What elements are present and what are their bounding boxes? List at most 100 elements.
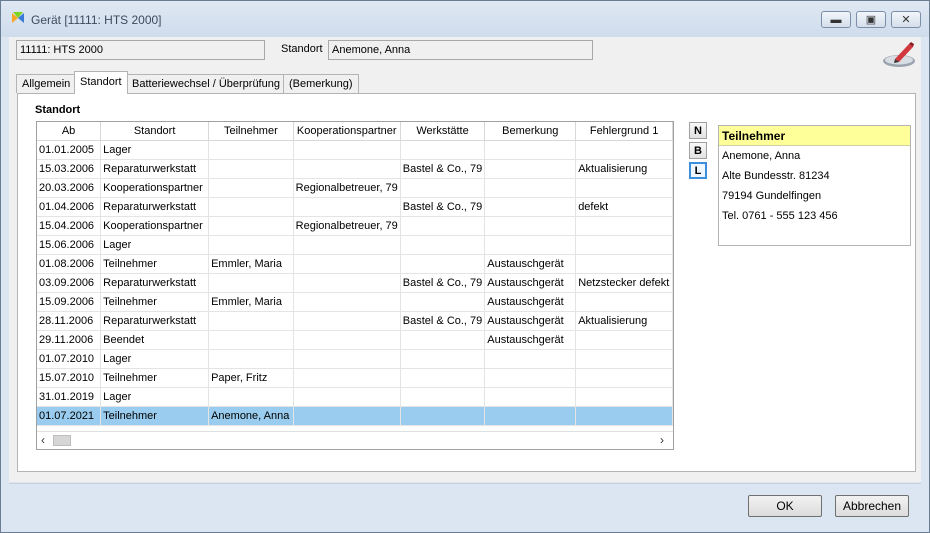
horizontal-scrollbar[interactable]: ‹ › [37,431,673,449]
table-cell[interactable]: 01.01.2005 [37,140,102,160]
column-header-kooperationspartner[interactable]: Kooperationspartner [293,122,401,141]
table-cell[interactable] [575,330,673,350]
scrollbar-thumb[interactable] [53,435,71,446]
side-button-l[interactable]: L [689,162,707,179]
table-row[interactable]: 31.01.2019 Lager [37,387,673,407]
table-cell[interactable]: 29.11.2006 [37,330,102,350]
ok-button[interactable]: OK [748,495,822,517]
table-cell[interactable]: 01.07.2021 [37,406,102,426]
table-cell[interactable] [575,254,673,274]
table-cell[interactable] [484,178,577,198]
table-cell[interactable]: Teilnehmer [100,254,210,274]
table-cell[interactable] [293,349,401,369]
table-cell[interactable]: Reparaturwerkstatt [100,273,210,293]
minimize-button[interactable]: ▬ [821,11,851,28]
table-cell[interactable] [575,216,673,236]
table-cell[interactable] [484,349,577,369]
table-cell[interactable]: 15.04.2006 [37,216,102,236]
standort-grid[interactable]: Ab Standort Teilnehmer Kooperationspartn… [36,121,674,450]
table-cell[interactable] [208,330,294,350]
table-cell[interactable] [400,254,486,274]
cancel-button[interactable]: Abbrechen [835,495,909,517]
table-row[interactable]: 28.11.2006 Reparaturwerkstatt Bastel & Co.… [37,311,673,331]
table-cell[interactable]: Aktualisierung [575,311,673,331]
standort-field[interactable]: Anemone, Anna [328,40,593,60]
table-cell[interactable] [293,235,401,255]
table-cell[interactable]: 15.09.2006 [37,292,102,312]
table-cell[interactable] [575,387,673,407]
table-row[interactable]: 15.03.2006 Reparaturwerkstatt Bastel & Co.… [37,159,673,179]
table-cell[interactable]: 01.04.2006 [37,197,102,217]
table-cell[interactable]: Reparaturwerkstatt [100,159,210,179]
table-cell[interactable]: 01.08.2006 [37,254,102,274]
table-cell[interactable] [293,292,401,312]
table-cell[interactable]: Regionalbetreuer, 79 [293,216,401,236]
table-cell[interactable]: Paper, Fritz [208,368,294,388]
table-cell[interactable]: Austauschgerät [484,330,577,350]
column-header-fehlergrund[interactable]: Fehlergrund 1 [575,122,673,141]
table-cell[interactable] [575,235,673,255]
table-cell[interactable] [208,178,294,198]
table-row[interactable]: 29.11.2006 Beendet Austauschgerät [37,330,673,350]
table-cell[interactable] [400,216,486,236]
table-cell[interactable] [293,254,401,274]
table-cell[interactable] [400,406,486,426]
table-cell[interactable]: 03.09.2006 [37,273,102,293]
table-cell[interactable] [400,368,486,388]
tab-batteriewechsel[interactable]: Batteriewechsel / Überprüfung [126,74,286,93]
table-cell[interactable]: Lager [100,140,210,160]
column-header-werkstaette[interactable]: Werkstätte [400,122,486,141]
table-cell[interactable]: Emmler, Maria [208,292,294,312]
close-button[interactable]: ✕ [891,11,921,28]
table-cell[interactable] [575,178,673,198]
table-cell[interactable] [575,140,673,160]
table-cell[interactable] [400,235,486,255]
edit-pen-icon[interactable] [881,39,917,69]
table-cell[interactable]: Lager [100,387,210,407]
table-cell[interactable] [400,387,486,407]
table-cell[interactable] [208,197,294,217]
table-cell[interactable]: Kooperationspartner [100,178,210,198]
table-row[interactable]: 01.08.2006 Teilnehmer Emmler, Maria Austaus… [37,254,673,274]
tab-allgemein[interactable]: Allgemein [16,74,77,93]
table-cell[interactable] [575,406,673,426]
table-cell[interactable] [293,368,401,388]
table-cell[interactable] [400,330,486,350]
chevron-left-icon[interactable]: ‹ [41,433,45,447]
tab-standort[interactable]: Standort [74,71,128,94]
side-button-b[interactable]: B [689,142,707,159]
table-cell[interactable] [293,311,401,331]
table-row[interactable]: 15.09.2006 Teilnehmer Emmler, Maria Austaus… [37,292,673,312]
table-cell[interactable]: Teilnehmer [100,368,210,388]
table-cell[interactable] [293,140,401,160]
table-row[interactable]: 01.07.2010 Lager [37,349,673,369]
tab-bemerkung[interactable]: (Bemerkung) [283,74,359,93]
table-cell[interactable]: 15.07.2010 [37,368,102,388]
table-row[interactable]: 20.03.2006 Kooperationspartner Regionalbet… [37,178,673,198]
column-header-standort[interactable]: Standort [100,122,210,141]
table-cell[interactable] [293,406,401,426]
maximize-button[interactable]: ▣ [856,11,886,28]
table-cell[interactable]: Austauschgerät [484,311,577,331]
table-cell[interactable]: Kooperationspartner [100,216,210,236]
table-cell[interactable]: Austauschgerät [484,254,577,274]
table-cell[interactable] [293,159,401,179]
table-cell[interactable]: Emmler, Maria [208,254,294,274]
column-header-ab[interactable]: Ab [37,122,102,141]
table-row[interactable]: 01.01.2005 Lager [37,140,673,160]
table-cell[interactable] [208,159,294,179]
table-cell[interactable] [208,235,294,255]
table-cell[interactable]: defekt [575,197,673,217]
table-cell[interactable] [293,387,401,407]
table-cell[interactable] [293,197,401,217]
table-cell[interactable]: 28.11.2006 [37,311,102,331]
table-cell[interactable] [484,406,577,426]
table-cell[interactable] [208,311,294,331]
table-cell[interactable] [208,387,294,407]
column-header-bemerkung[interactable]: Bemerkung [484,122,577,141]
table-cell[interactable] [293,330,401,350]
table-cell[interactable]: Reparaturwerkstatt [100,197,210,217]
table-cell[interactable]: Teilnehmer [100,406,210,426]
title-bar[interactable]: Gerät [11111: HTS 2000] ▬ ▣ ✕ [1,1,929,37]
table-cell[interactable]: 31.01.2019 [37,387,102,407]
